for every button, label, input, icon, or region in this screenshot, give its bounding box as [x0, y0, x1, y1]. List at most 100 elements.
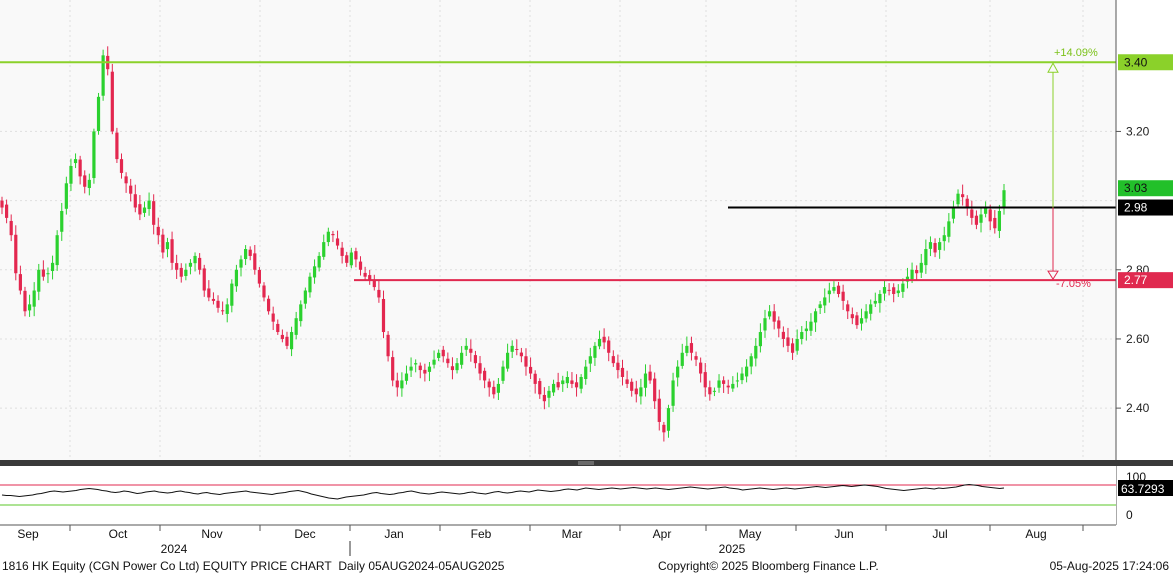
candle-body [60, 210, 64, 232]
candle-body [593, 345, 597, 358]
candle-body [510, 345, 514, 352]
candle-body [547, 390, 551, 398]
period-text: Daily 05AUG2024-05AUG2025 [338, 559, 505, 573]
reference-price-tag: 2.98 [1118, 199, 1173, 216]
candle-body [225, 304, 229, 314]
ticker-title: 1816 HK Equity (CGN Power Co Ltd) EQUITY… [2, 559, 332, 573]
candle-body [73, 159, 78, 164]
candle-body [997, 210, 1002, 231]
candle-body [161, 234, 165, 253]
candle-body [763, 318, 767, 331]
candle-body [216, 300, 220, 308]
candle-body [207, 288, 211, 298]
rsi-bottom-label: 0 [1126, 508, 1133, 522]
candle-body [680, 352, 684, 366]
candle-body [23, 290, 27, 312]
candle-body [248, 249, 252, 256]
candle-body [653, 378, 657, 402]
candle-body [147, 200, 151, 210]
candle-body [37, 269, 41, 292]
candle-body [129, 185, 133, 194]
candle-body [460, 352, 464, 365]
candle-body [138, 204, 142, 215]
candle-body [198, 257, 202, 270]
candle-body [317, 255, 321, 268]
candle-body [956, 193, 960, 205]
candle-body [340, 247, 344, 256]
month-label: Apr [653, 527, 672, 541]
candle-body [78, 159, 82, 177]
candle-body [519, 352, 523, 357]
candle-body [648, 371, 652, 381]
candle-body [473, 355, 478, 364]
candle-body [676, 366, 680, 378]
y-tick-label: 2.60 [1126, 332, 1150, 346]
candle-body [289, 332, 294, 350]
candle-body [202, 268, 206, 291]
candle-body [478, 363, 482, 374]
candle-body [437, 352, 441, 358]
candle [101, 49, 105, 101]
candle-body [427, 366, 432, 372]
candle-body [464, 345, 468, 350]
candle-body [441, 349, 445, 357]
last-price-tag: 3.03 [1118, 180, 1173, 197]
candle-body [423, 369, 427, 374]
candle-body [772, 311, 776, 322]
candle-body [597, 338, 602, 347]
candle-body [515, 348, 519, 350]
candle-body [32, 290, 36, 307]
resistance-price-label: 3.40 [1124, 55, 1148, 69]
candle-body [855, 315, 859, 326]
candle-body [188, 262, 193, 267]
candle-body [731, 383, 735, 389]
candle-body [119, 159, 124, 173]
candle-body [487, 381, 491, 388]
candle-body [492, 386, 496, 395]
chart-caption: 1816 HK Equity (CGN Power Co Ltd) EQUITY… [2, 559, 504, 573]
candle-body [92, 131, 96, 179]
candle-body [896, 290, 900, 294]
candle-body [786, 337, 790, 346]
candle-body [331, 233, 335, 236]
candle-body [836, 285, 841, 294]
candle-body [386, 334, 390, 357]
candle [115, 127, 119, 163]
candle-body [708, 387, 712, 395]
candle-body [133, 194, 137, 208]
candle-body [795, 338, 799, 351]
candle-body [832, 287, 836, 291]
candle-body [230, 283, 234, 306]
candle-body [404, 373, 409, 381]
candle-body [152, 201, 156, 225]
candle-body [335, 238, 340, 246]
candle-body [409, 366, 413, 371]
rsi-value-label: 63.7293 [1121, 482, 1165, 496]
candle-body [432, 359, 436, 365]
candle-body [87, 179, 91, 188]
candle-body [257, 269, 261, 284]
support-price-label: 2.77 [1124, 273, 1148, 287]
timestamp: 05-Aug-2025 17:24:06 [1049, 559, 1169, 573]
rsi-panel-background [0, 466, 1116, 525]
candle-body [666, 408, 671, 431]
last-price-label: 3.03 [1124, 181, 1148, 195]
candle-body [50, 262, 55, 272]
candle-body [901, 283, 905, 292]
candle-body [887, 289, 891, 291]
month-label: Jan [384, 527, 403, 541]
candle-body [717, 380, 721, 388]
candle-body [418, 365, 422, 371]
candle-body [211, 298, 216, 301]
candle-body [294, 318, 298, 335]
candle-body [800, 332, 804, 339]
candle-body [630, 381, 634, 391]
candle-body [455, 363, 459, 371]
candle-body [175, 263, 179, 270]
candle-body [262, 285, 266, 298]
panel-divider[interactable] [0, 460, 1173, 466]
month-label: Mar [562, 527, 583, 541]
candle-body [942, 235, 946, 242]
candle-body [234, 269, 239, 287]
candle-body [501, 366, 505, 381]
